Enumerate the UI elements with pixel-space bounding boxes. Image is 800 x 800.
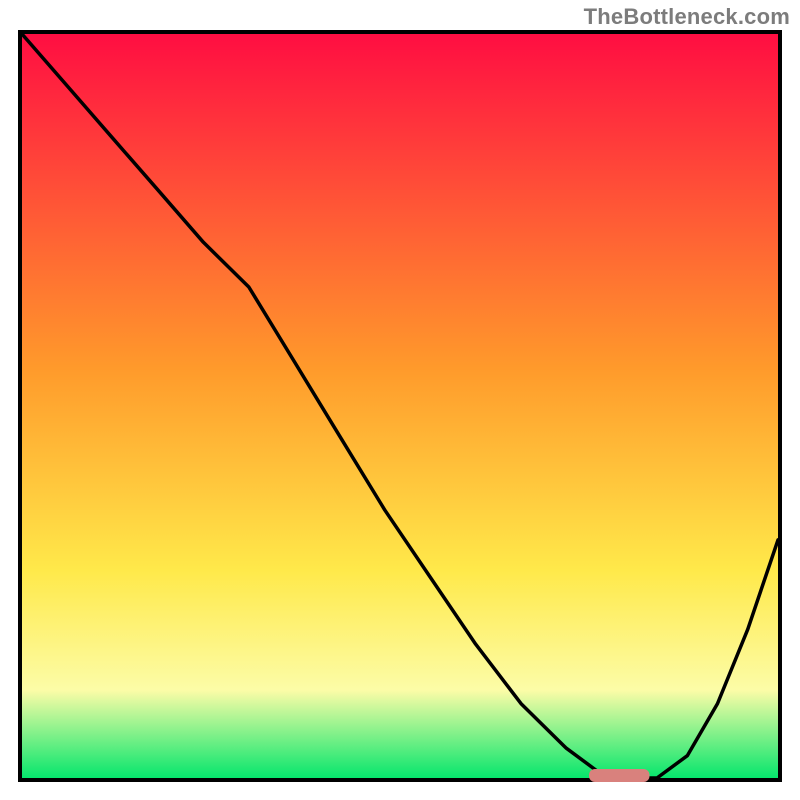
watermark-text: TheBottleneck.com (584, 4, 790, 30)
optimum-marker (589, 769, 650, 782)
gradient-background (20, 32, 780, 780)
chart-container: TheBottleneck.com (0, 0, 800, 800)
bottleneck-chart (18, 30, 782, 782)
